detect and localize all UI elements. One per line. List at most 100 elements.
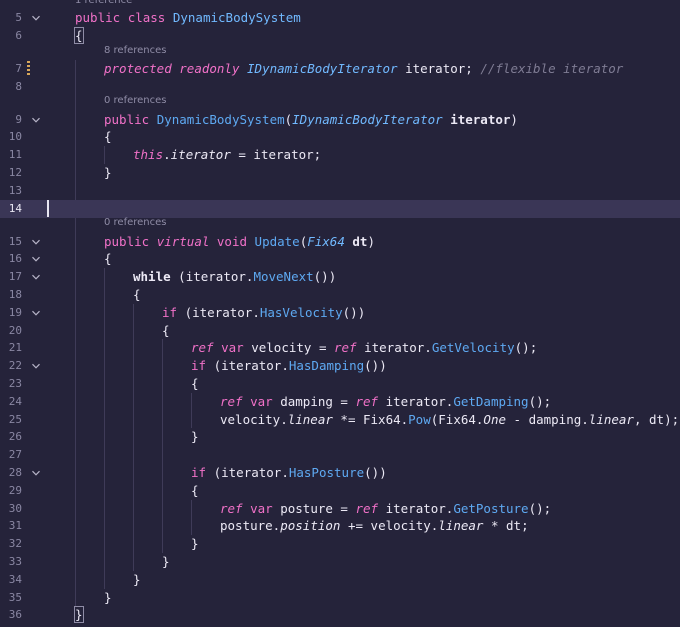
code-line[interactable]: 20 { (0, 322, 680, 340)
code-token: MoveNext (253, 269, 314, 285)
code-line[interactable]: 5 public class DynamicBodySystem (0, 9, 680, 27)
code-token: , dt (633, 411, 665, 427)
code-text: if (iterator.HasPosture()) (191, 464, 387, 482)
code-token: GetVelocity (431, 340, 515, 356)
chevron-down-icon[interactable] (31, 115, 41, 125)
code-line[interactable]: 16 { (0, 250, 680, 268)
code-token: { (162, 322, 170, 338)
code-token: ) (379, 358, 387, 374)
code-text: { (74, 26, 84, 45)
code-line[interactable]: 26} (0, 428, 680, 446)
code-token: ( (213, 358, 222, 374)
code-token: HasVelocity (259, 304, 343, 320)
code-token: public (104, 233, 150, 249)
code-text: { (162, 322, 170, 340)
code-line[interactable]: 12} (0, 164, 680, 182)
code-token: linear (438, 518, 484, 534)
modified-line-marker (27, 60, 30, 77)
code-line[interactable]: 7 protected readonly IDynamicBodyIterator… (0, 60, 680, 78)
code-text: if (iterator.HasVelocity()) (162, 304, 365, 322)
code-line[interactable]: 18 { (0, 286, 680, 304)
line-number: 8 (15, 79, 22, 93)
code-token: posture = (272, 500, 356, 516)
code-line[interactable]: 29 { (0, 482, 680, 500)
line-number: 25 (8, 412, 22, 426)
code-token: Pow (408, 411, 431, 427)
code-token: ) (664, 411, 672, 427)
code-token: DynamicBodySystem (156, 111, 285, 127)
code-line[interactable]: 35} (0, 589, 680, 607)
codelens-references[interactable]: 0 references (104, 216, 167, 230)
codelens-references[interactable]: 8 references (104, 44, 167, 58)
code-line[interactable]: 31 posture.position += velocity.linear * … (0, 517, 680, 535)
chevron-down-icon[interactable] (31, 254, 41, 264)
code-line-current[interactable]: 14 (0, 199, 680, 218)
code-token: ) (379, 465, 387, 480)
code-token: dt (352, 233, 368, 249)
line-number: 13 (8, 183, 22, 197)
code-line[interactable]: 34} (0, 571, 680, 589)
line-number: 20 (8, 323, 22, 337)
line-number: 9 (15, 112, 22, 126)
code-line[interactable]: 27 (0, 446, 680, 464)
chevron-down-icon[interactable] (31, 13, 41, 23)
code-line[interactable]: 15 public virtual void Update(Fix64 dt) (0, 233, 680, 251)
chevron-down-icon[interactable] (31, 272, 41, 282)
code-line[interactable]: 23 { (0, 375, 680, 393)
line-number: 19 (8, 305, 22, 319)
chevron-down-icon[interactable] (31, 468, 41, 478)
chevron-down-icon[interactable] (31, 237, 41, 247)
code-token: velocity = (243, 340, 334, 356)
line-number: 22 (8, 359, 22, 373)
code-token: velocity. (220, 411, 288, 427)
code-text: while (iterator.MoveNext()) (133, 268, 336, 286)
code-line[interactable]: 32} (0, 535, 680, 553)
code-line[interactable]: 24 ref var damping = ref iterator.GetDamp… (0, 393, 680, 411)
code-line[interactable]: 36} (0, 606, 680, 624)
code-line[interactable]: 11 this.iterator = iterator; (0, 146, 680, 164)
code-line[interactable]: 33} (0, 553, 680, 571)
codelens-top[interactable]: 1 reference (75, 0, 132, 8)
code-line[interactable]: 13 (0, 182, 680, 200)
code-token: ref (220, 393, 243, 409)
code-editor[interactable]: 1 reference 5 public class DynamicBodySys… (0, 0, 680, 627)
code-token: * dt; (483, 518, 529, 534)
code-line[interactable]: 17 while (iterator.MoveNext()) (0, 268, 680, 286)
code-line[interactable]: 25 velocity.linear *= Fix64.Pow(Fix64.One… (0, 411, 680, 429)
code-token: IDynamicBodyIterator (247, 60, 398, 76)
code-line[interactable]: 6{ (0, 26, 680, 45)
line-number: 36 (8, 608, 22, 622)
code-text: { (104, 128, 112, 146)
code-token: damping = (272, 393, 356, 409)
chevron-down-icon[interactable] (31, 361, 41, 371)
code-text: } (133, 571, 141, 589)
code-line[interactable]: 28 if (iterator.HasPosture()) (0, 464, 680, 482)
chevron-down-icon[interactable] (31, 308, 41, 318)
code-token: void (216, 233, 248, 249)
code-token: = iterator; (230, 147, 322, 163)
code-token: if (162, 304, 178, 320)
line-number: 29 (8, 483, 22, 497)
code-line[interactable]: 8 (0, 78, 680, 96)
code-text: public DynamicBodySystem(IDynamicBodyIte… (104, 111, 518, 129)
codelens-references[interactable]: 0 references (104, 94, 167, 108)
code-line[interactable]: 9 public DynamicBodySystem(IDynamicBodyIt… (0, 111, 680, 129)
code-token: One (483, 411, 506, 427)
code-line[interactable]: 19 if (iterator.HasVelocity()) (0, 304, 680, 322)
code-text: this.iterator = iterator; (133, 146, 321, 164)
code-text: { (191, 482, 199, 500)
code-token: ( (178, 269, 186, 285)
code-token: () (514, 340, 530, 356)
code-line[interactable]: 22 if (iterator.HasDamping()) (0, 357, 680, 375)
code-line[interactable]: 30 ref var posture = ref iterator.GetPost… (0, 500, 680, 518)
code-token: if (191, 358, 207, 374)
code-token: iterator. (221, 358, 289, 374)
line-number: 32 (8, 537, 22, 551)
code-line[interactable]: 21 ref var velocity = ref iterator.GetVel… (0, 339, 680, 357)
code-line[interactable]: 10 { (0, 128, 680, 146)
code-token: Fix64 (307, 233, 345, 249)
